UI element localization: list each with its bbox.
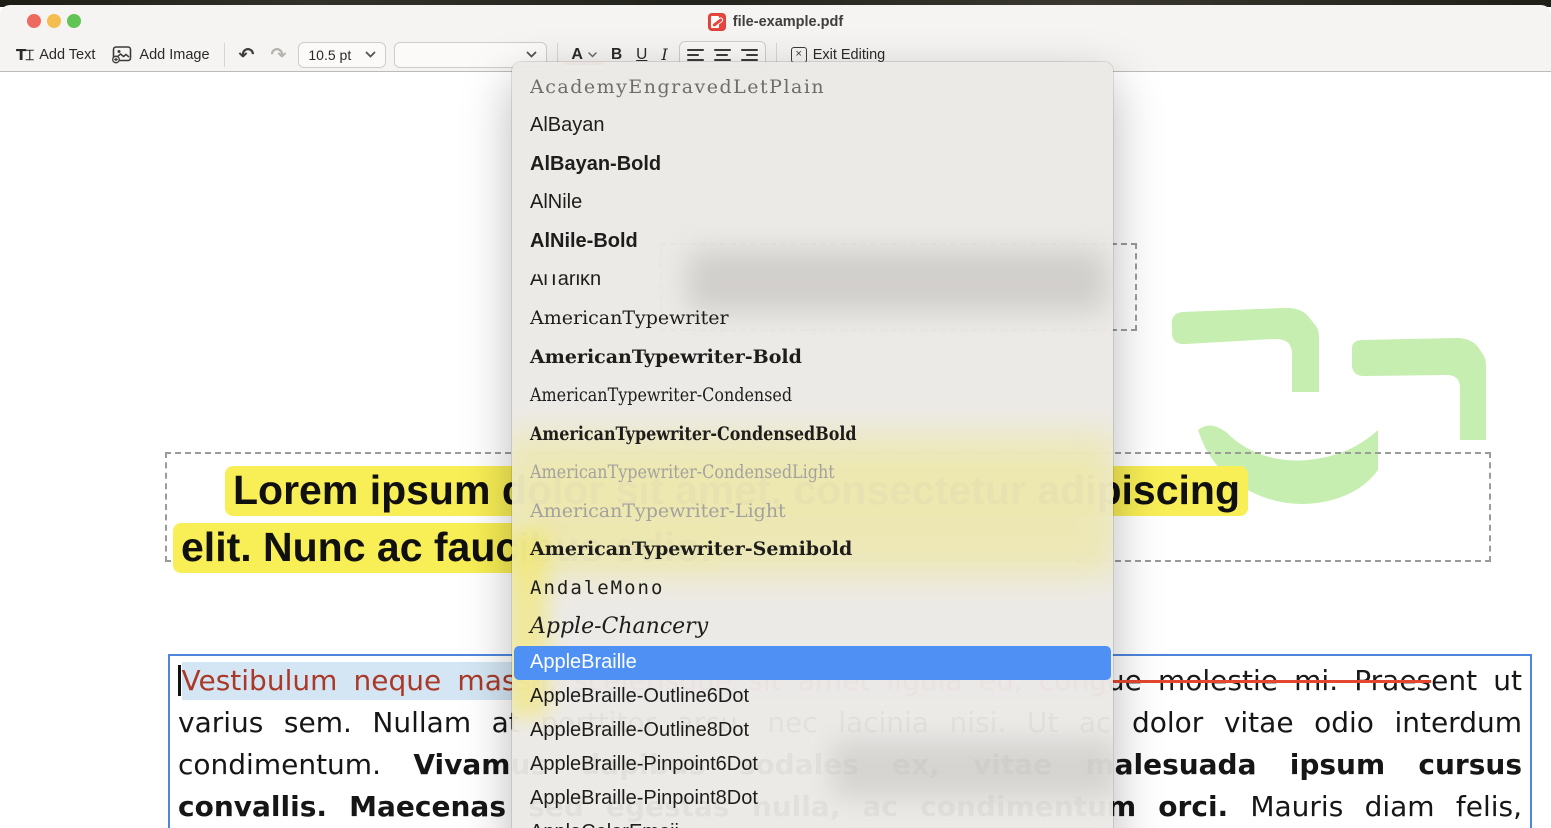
- font-option-label: AlNile-Bold: [530, 230, 638, 253]
- redo-icon: ↷: [270, 44, 286, 66]
- undo-icon: ↶: [239, 44, 255, 66]
- font-option[interactable]: AcademyEngravedLetPlain: [512, 68, 1113, 107]
- font-family-dropdown-menu: AcademyEngravedLetPlain AlBayan AlBayan-Bo…: [512, 62, 1113, 828]
- font-option-label: AmericanTypewriter: [530, 307, 729, 329]
- font-option[interactable]: AppleBraille-Pinpoint8Dot: [512, 782, 1113, 816]
- font-option-label: Apple-Chancery: [530, 614, 708, 639]
- font-option-label: AmericanTypewriter-CondensedLight: [530, 461, 835, 483]
- screen: { "window": { "title": "file-example.pdf…: [0, 0, 1551, 828]
- undo-button[interactable]: ↶: [231, 41, 263, 69]
- toolbar-separator: [224, 43, 225, 67]
- font-option-label: AmericanTypewriter-Bold: [530, 346, 802, 368]
- font-option-label: AmericanTypewriter-Light: [530, 500, 786, 522]
- font-option[interactable]: AppleBraille-Outline6Dot: [512, 680, 1113, 714]
- font-option[interactable]: AmericanTypewriter-CondensedBold: [512, 415, 1113, 454]
- font-option-label: AmericanTypewriter-Condensed: [530, 384, 792, 406]
- font-option[interactable]: AlTarikh: [512, 261, 1113, 300]
- font-option[interactable]: AmericanTypewriter-Bold: [512, 338, 1113, 377]
- font-option[interactable]: AlNile-Bold: [512, 222, 1113, 261]
- redo-button[interactable]: ↷: [262, 41, 294, 69]
- font-option-label: AmericanTypewriter-Semibold: [530, 538, 852, 560]
- font-option-label: AlTarikh: [530, 268, 601, 291]
- titlebar: file-example.pdf: [0, 5, 1551, 38]
- font-option[interactable]: AmericanTypewriter-Light: [512, 492, 1113, 531]
- window-title-area: file-example.pdf: [0, 5, 1551, 38]
- font-size-value: 10.5 pt: [308, 47, 351, 63]
- exit-editing-label: Exit Editing: [813, 47, 886, 63]
- font-option-label: AlBayan-Bold: [530, 153, 661, 176]
- font-option-label: AlBayan: [530, 114, 605, 137]
- font-option[interactable]: AmericanTypewriter: [512, 299, 1113, 338]
- font-option-label: AlNile: [530, 191, 582, 214]
- font-option[interactable]: AndaleMono: [512, 569, 1113, 608]
- font-option[interactable]: AppleBraille-Pinpoint6Dot: [512, 748, 1113, 782]
- body-text: ent ut: [1431, 664, 1522, 697]
- struck-text: ue molestie mi. Praes: [1107, 664, 1431, 697]
- font-option-label: AppleBraille-Pinpoint6Dot: [530, 753, 758, 776]
- underline-label: U: [636, 46, 647, 64]
- font-option-label: AppleBraille-Outline6Dot: [530, 685, 749, 708]
- font-option-label: AppleBraille-Outline8Dot: [530, 719, 749, 742]
- font-option[interactable]: Apple-Chancery: [512, 607, 1113, 646]
- window-title: file-example.pdf: [733, 14, 843, 30]
- exit-editing-icon: ×: [791, 47, 807, 63]
- chevron-down-icon: [588, 52, 597, 58]
- add-text-button[interactable]: T⌶ Add Text: [8, 41, 103, 69]
- font-option-label: AndaleMono: [530, 577, 664, 599]
- font-option-label: AcademyEngravedLetPlain: [530, 76, 825, 98]
- font-option[interactable]: AmericanTypewriter-Condensed: [512, 376, 1113, 415]
- add-image-icon: [111, 46, 133, 64]
- font-option-label: AmericanTypewriter-CondensedBold: [530, 423, 857, 445]
- font-option[interactable]: AlBayan-Bold: [512, 145, 1113, 184]
- chevron-down-icon: [526, 51, 537, 58]
- font-option[interactable]: AppleBraille-Outline8Dot: [512, 714, 1113, 748]
- text-caret: [178, 665, 181, 696]
- add-text-label: Add Text: [39, 47, 95, 63]
- font-option[interactable]: AlBayan: [512, 107, 1113, 146]
- font-option[interactable]: AmericanTypewriter-CondensedLight: [512, 453, 1113, 492]
- pdf-file-icon: [708, 13, 726, 31]
- body-text: condimentum.: [178, 748, 413, 781]
- text-cursor-icon: T⌶: [16, 46, 33, 64]
- font-option-list: AcademyEngravedLetPlain AlBayan AlBayan-Bo…: [512, 62, 1113, 828]
- font-option[interactable]: AmericanTypewriter-Semibold: [512, 530, 1113, 569]
- add-image-label: Add Image: [139, 47, 209, 63]
- add-image-button[interactable]: Add Image: [103, 41, 217, 69]
- font-option[interactable]: AlNile: [512, 184, 1113, 223]
- font-option-selected[interactable]: AppleBraille: [514, 646, 1111, 680]
- body-text: Mauris diam felis,: [1250, 790, 1522, 823]
- bold-label: B: [611, 46, 622, 64]
- chevron-down-icon: [365, 51, 376, 58]
- font-option-label: AppleColorEmoji: [530, 821, 679, 828]
- font-color-label: A: [571, 46, 583, 64]
- font-size-select[interactable]: 10.5 pt: [298, 42, 386, 68]
- font-option[interactable]: AppleColorEmoji: [512, 816, 1113, 828]
- font-option-label: AppleBraille-Pinpoint8Dot: [530, 787, 758, 810]
- font-option-label: AppleBraille: [530, 651, 637, 674]
